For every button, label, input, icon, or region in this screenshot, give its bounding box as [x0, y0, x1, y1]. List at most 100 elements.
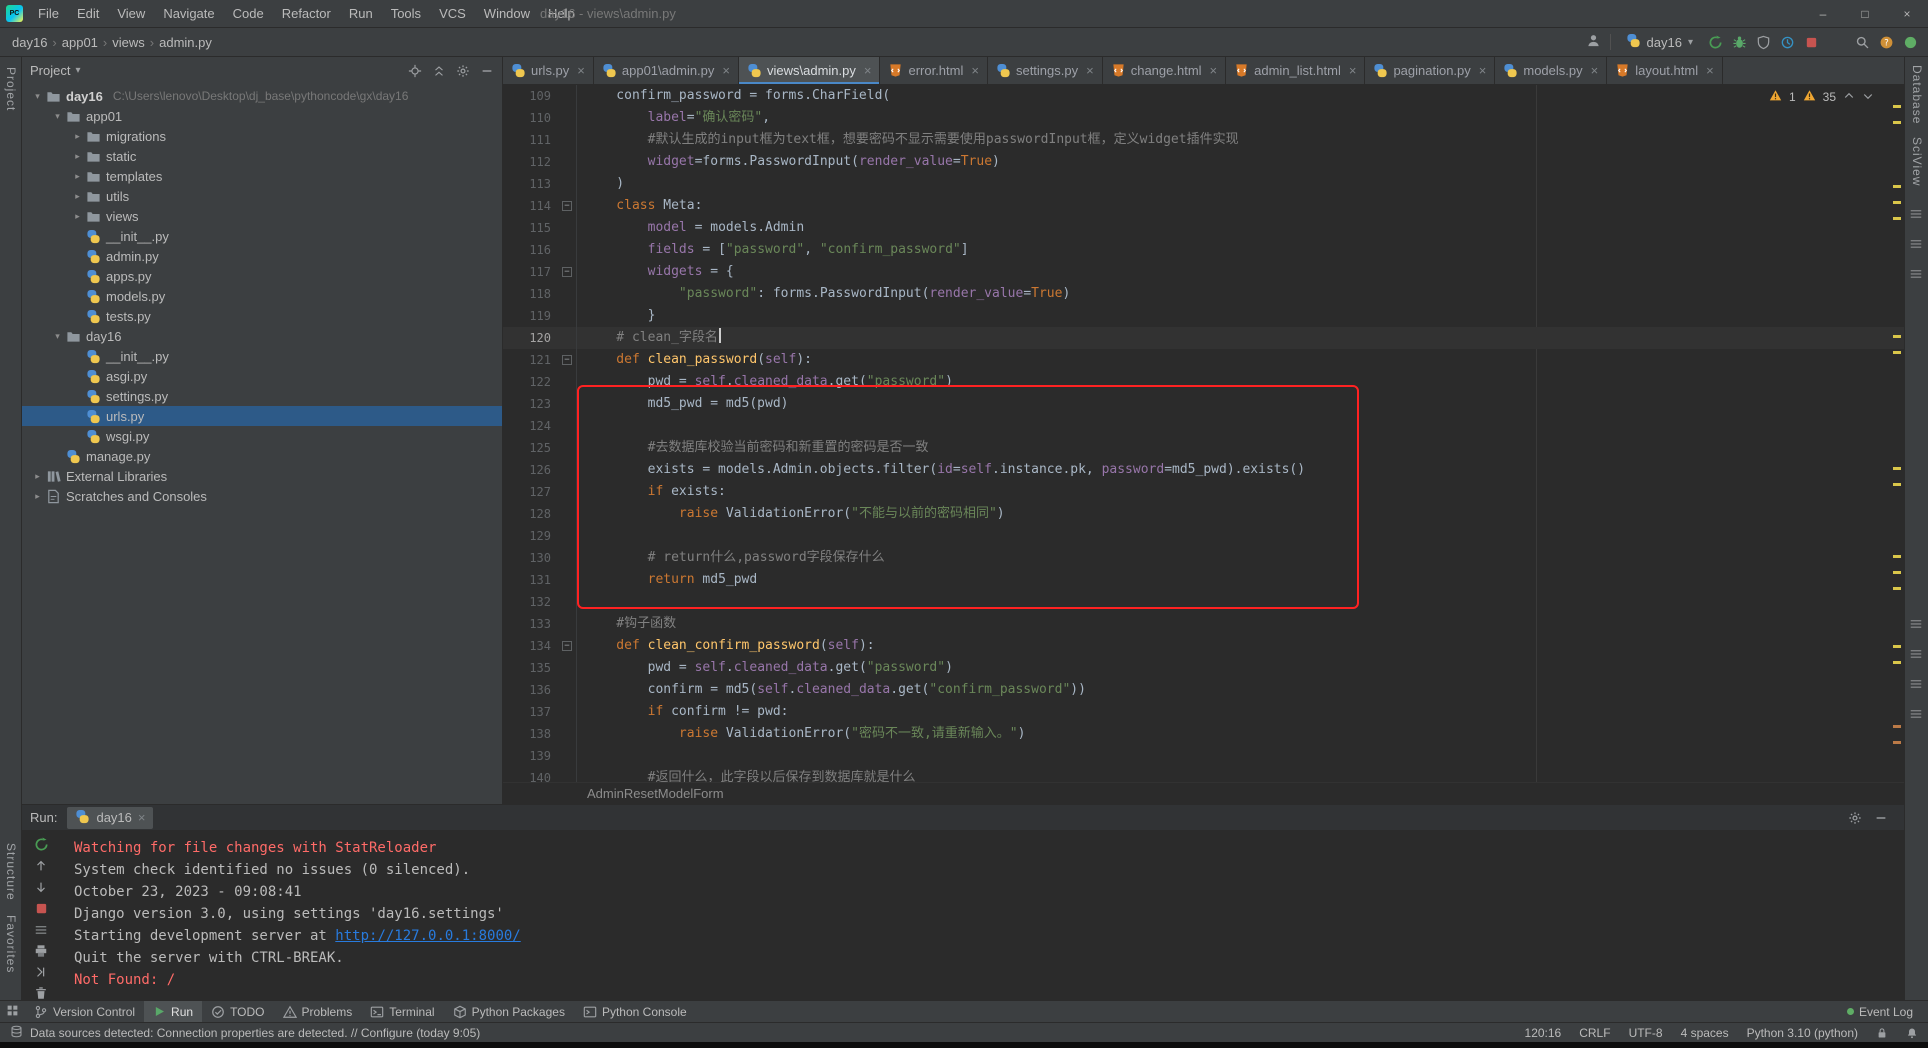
menu-view[interactable]: View: [108, 0, 154, 28]
menu-refactor[interactable]: Refactor: [273, 0, 340, 28]
breadcrumb-item-day16[interactable]: day16: [10, 35, 49, 50]
tree-chevron-icon[interactable]: ▾: [30, 91, 45, 102]
code-line-121[interactable]: 121 − def clean_password(self):: [503, 349, 1904, 371]
run-tab[interactable]: day16 ×: [67, 806, 154, 829]
tab-close-icon[interactable]: ×: [1210, 63, 1218, 78]
event-log-button[interactable]: Event Log: [1838, 1005, 1922, 1019]
tab-change-html[interactable]: change.html ×: [1103, 57, 1227, 84]
rerun-icon[interactable]: [34, 837, 49, 852]
print-console-icon[interactable]: [34, 944, 48, 958]
tab-close-icon[interactable]: ×: [1706, 63, 1714, 78]
stripe-menu-icon[interactable]: [1909, 707, 1923, 721]
toolwindow-button-version-control[interactable]: Version Control: [25, 1001, 144, 1022]
down-stack-icon[interactable]: [34, 880, 48, 894]
prev-issue-icon[interactable]: [1843, 90, 1855, 102]
editor-scope-breadcrumb[interactable]: AdminResetModelForm: [503, 782, 1904, 804]
close-button[interactable]: ×: [1886, 0, 1928, 27]
toolwindow-button-run[interactable]: Run: [144, 1001, 203, 1022]
code-line-124[interactable]: 124: [503, 415, 1904, 437]
status-widget-crlf[interactable]: CRLF: [1579, 1026, 1610, 1040]
tree-item-__init__-py[interactable]: __init__.py: [22, 346, 502, 366]
close-icon[interactable]: ×: [138, 810, 146, 825]
tree-item-External-Libraries[interactable]: ▸ External Libraries: [22, 466, 502, 486]
coverage-icon[interactable]: [1756, 35, 1771, 50]
code-line-126[interactable]: 126 exists = models.Admin.objects.filter…: [503, 459, 1904, 481]
tab-models-py[interactable]: models.py ×: [1495, 57, 1608, 84]
tree-chevron-icon[interactable]: ▸: [30, 471, 45, 482]
breadcrumb-item-admin-py[interactable]: admin.py: [157, 35, 214, 50]
tab-error-html[interactable]: error.html ×: [880, 57, 988, 84]
settings-gear-icon[interactable]: [456, 64, 470, 78]
toolwindow-button-python-packages[interactable]: Python Packages: [444, 1001, 574, 1022]
tree-chevron-icon[interactable]: ▾: [50, 331, 65, 342]
stripe-menu-icon[interactable]: [1909, 267, 1923, 281]
menu-code[interactable]: Code: [224, 0, 273, 28]
project-panel-title[interactable]: Project: [30, 63, 70, 78]
search-everywhere-icon[interactable]: [1855, 35, 1870, 50]
tab-close-icon[interactable]: ×: [971, 63, 979, 78]
tree-item-asgi-py[interactable]: asgi.py: [22, 366, 502, 386]
code-line-135[interactable]: 135 pwd = self.cleaned_data.get("passwor…: [503, 657, 1904, 679]
lock-icon[interactable]: [1876, 1027, 1888, 1039]
code-line-120[interactable]: 120 # clean_字段名: [503, 327, 1904, 349]
tab-pagination-py[interactable]: pagination.py ×: [1365, 57, 1496, 84]
tree-item-__init__-py[interactable]: __init__.py: [22, 226, 502, 246]
help-icon[interactable]: ?: [1879, 35, 1894, 50]
toolwindow-button-problems[interactable]: Problems: [274, 1001, 362, 1022]
stripe-menu-icon[interactable]: [1909, 617, 1923, 631]
stripe-menu-icon[interactable]: [1909, 237, 1923, 251]
code-line-139[interactable]: 139: [503, 745, 1904, 767]
tree-chevron-icon[interactable]: ▾: [50, 111, 65, 122]
tree-item-urls-py[interactable]: urls.py: [22, 406, 502, 426]
code-line-134[interactable]: 134 − def clean_confirm_password(self):: [503, 635, 1904, 657]
stop-icon[interactable]: [34, 901, 49, 916]
tree-item-settings-py[interactable]: settings.py: [22, 386, 502, 406]
tree-item-app01[interactable]: ▾ app01: [22, 106, 502, 126]
menu-window[interactable]: Window: [475, 0, 539, 28]
status-widget-120-16[interactable]: 120:16: [1525, 1026, 1562, 1040]
tree-item-wsgi-py[interactable]: wsgi.py: [22, 426, 502, 446]
tab-close-icon[interactable]: ×: [1086, 63, 1094, 78]
code-line-133[interactable]: 133 #钩子函数: [503, 613, 1904, 635]
breadcrumb-item-views[interactable]: views: [110, 35, 147, 50]
tree-item-tests-py[interactable]: tests.py: [22, 306, 502, 326]
code-line-128[interactable]: 128 raise ValidationError("不能与以前的密码相同"): [503, 503, 1904, 525]
tree-item-models-py[interactable]: models.py: [22, 286, 502, 306]
tree-item-Scratches-and-Consoles[interactable]: ▸ Scratches and Consoles: [22, 486, 502, 506]
minimize-button[interactable]: –: [1802, 0, 1844, 27]
tree-item-manage-py[interactable]: manage.py: [22, 446, 502, 466]
stripe-menu-icon[interactable]: [1909, 677, 1923, 691]
code-line-115[interactable]: 115 model = models.Admin: [503, 217, 1904, 239]
run-console[interactable]: Watching for file changes with StatReloa…: [60, 831, 1904, 1000]
code-line-110[interactable]: 110 label="确认密码",: [503, 107, 1904, 129]
code-line-130[interactable]: 130 # return什么,password字段保存什么: [503, 547, 1904, 569]
tree-item-day16[interactable]: ▾ day16 C:\Users\lenovo\Desktop\dj_base\py…: [22, 86, 502, 106]
status-widget-4-spaces[interactable]: 4 spaces: [1681, 1026, 1729, 1040]
tree-chevron-icon[interactable]: ▸: [70, 171, 85, 182]
inspections-widget[interactable]: 1 35: [1769, 89, 1874, 105]
editor-scrollbar[interactable]: [1890, 85, 1904, 782]
code-line-123[interactable]: 123 md5_pwd = md5(pwd): [503, 393, 1904, 415]
code-line-137[interactable]: 137 if confirm != pwd:: [503, 701, 1904, 723]
tab-app01-admin-py[interactable]: app01\admin.py ×: [594, 57, 739, 84]
next-issue-icon[interactable]: [1862, 90, 1874, 102]
code-line-114[interactable]: 114 − class Meta:: [503, 195, 1904, 217]
tab-admin_list-html[interactable]: admin_list.html ×: [1226, 57, 1366, 84]
code-line-119[interactable]: 119 }: [503, 305, 1904, 327]
menu-vcs[interactable]: VCS: [430, 0, 475, 28]
toolwindow-button-terminal[interactable]: Terminal: [361, 1001, 443, 1022]
tree-chevron-icon[interactable]: ▸: [30, 491, 45, 502]
code-line-117[interactable]: 117 − widgets = {: [503, 261, 1904, 283]
code-line-109[interactable]: 109 confirm_password = forms.CharField(: [503, 85, 1904, 107]
tree-item-views[interactable]: ▸ views: [22, 206, 502, 226]
code-line-113[interactable]: 113 ): [503, 173, 1904, 195]
toolwindow-button-project[interactable]: Project: [4, 67, 18, 111]
hide-panel-icon[interactable]: [1874, 811, 1888, 825]
code-line-132[interactable]: 132: [503, 591, 1904, 613]
menu-run[interactable]: Run: [340, 0, 382, 28]
code-line-122[interactable]: 122 pwd = self.cleaned_data.get("passwor…: [503, 371, 1904, 393]
toolwindow-button-todo[interactable]: TODO: [202, 1001, 273, 1022]
tree-chevron-icon[interactable]: ▸: [70, 211, 85, 222]
tree-chevron-icon[interactable]: ▸: [70, 191, 85, 202]
tab-close-icon[interactable]: ×: [577, 63, 585, 78]
